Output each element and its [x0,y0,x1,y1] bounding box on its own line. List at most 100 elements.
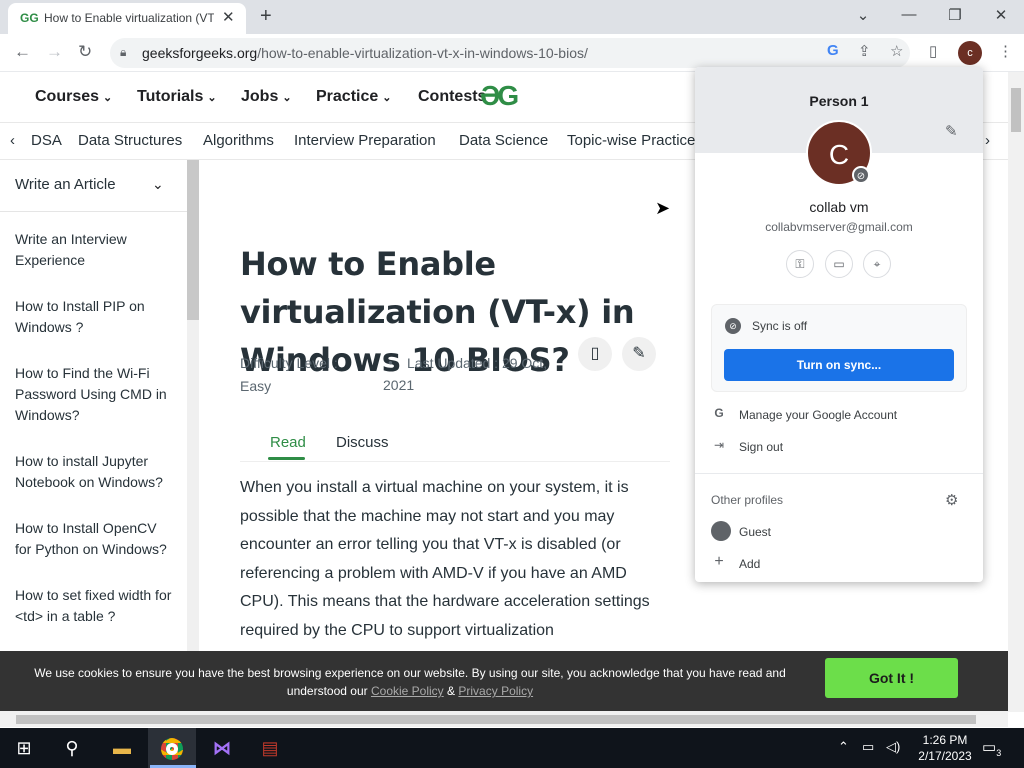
profile-avatar-button[interactable]: c [958,41,982,65]
subnav-left-arrow-icon[interactable]: ‹ [10,132,15,149]
address-bar[interactable]: 🔒︎ geeksforgeeks.org/how-to-enable-virtu… [110,38,910,68]
nav-contests[interactable]: Contests [418,88,486,106]
privacy-policy-link[interactable]: Privacy Policy [458,684,533,698]
menu-kebab-icon[interactable]: ⋮ [998,42,1013,60]
tab-close-icon[interactable]: ✕ [222,8,235,26]
chrome-logo [161,738,183,761]
got-it-button[interactable]: Got It ! [825,658,958,698]
address-pin-icon[interactable]: ⌖ [863,250,891,278]
volume-icon[interactable]: ◁) [886,739,900,755]
tabs-divider [240,461,670,462]
google-translate-icon[interactable]: G [827,42,839,59]
nav-practice-label: Practice [316,88,379,105]
horizontal-scroll-thumb[interactable] [16,715,976,724]
sidebar-link[interactable]: How to Install PIP on Windows ? [15,296,175,338]
windows-start-icon[interactable]: ⊞ [0,728,48,768]
subnav-data-structures[interactable]: Data Structures [78,132,182,149]
profile-separator [695,473,983,474]
add-profile-item[interactable]: + Add [711,553,971,577]
sidebar-scroll-thumb[interactable] [187,160,199,320]
subnav-data-science[interactable]: Data Science [459,132,548,149]
tab-search-icon[interactable]: ⌄ [853,6,873,24]
close-window-button[interactable]: ✕ [991,6,1011,24]
subnav-dsa[interactable]: DSA [31,132,62,149]
search-icon[interactable]: ⚲ [48,728,96,768]
chevron-down-icon[interactable]: ⌄ [152,176,164,193]
nav-jobs[interactable]: Jobs ⌄ [241,88,292,106]
chrome-icon[interactable] [148,728,196,768]
bookmark-star-icon[interactable]: ☆ [890,42,903,60]
subnav-algorithms[interactable]: Algorithms [203,132,274,149]
bookmark-icon[interactable]: ▯ [578,337,612,371]
sidebar-scrollbar[interactable] [187,160,199,712]
chevron-down-icon: ⌄ [103,92,113,104]
tray-chevron-up-icon[interactable]: ⌃ [838,739,849,755]
restore-button[interactable]: ❐ [945,6,965,24]
url-domain: geeksforgeeks.org [142,45,258,61]
side-panel-icon[interactable]: ▯ [929,42,937,60]
sync-off-badge-icon: ⊘ [852,166,870,184]
visual-studio-icon[interactable]: ⋈ [198,728,246,768]
reload-icon[interactable]: ↻ [78,42,92,62]
sidebar-link[interactable]: How to set fixed width for <td> in a tab… [15,585,175,627]
new-tab-button[interactable]: + [260,5,272,28]
sidebar-link[interactable]: How to Find the Wi-Fi Password Using CMD… [15,363,175,426]
notifications-icon[interactable]: ▭3 [982,738,1001,758]
network-icon[interactable]: ▭ [862,739,874,755]
manage-account-label: Manage your Google Account [739,408,898,422]
edit-pencil-icon[interactable]: ✎ [945,122,958,140]
plus-icon: + [714,553,724,570]
gfg-logo[interactable]: ƏG [480,80,519,112]
sidebar-link[interactable]: Write an Interview Experience [15,229,175,271]
edit-pencil-icon[interactable]: ✎ [622,337,656,371]
cookie-policy-link[interactable]: Cookie Policy [371,684,444,698]
other-profiles-label: Other profiles [711,493,784,507]
sidebar-heading[interactable]: Write an Article [15,176,116,193]
payment-card-icon[interactable]: ▭ [825,250,853,278]
profile-user-name: collab vm [809,199,869,215]
forward-icon[interactable]: → [46,42,63,62]
back-icon[interactable]: ← [14,42,31,62]
tab-read[interactable]: Read [270,434,306,451]
lock-icon[interactable]: 🔒︎ [120,45,126,60]
turn-on-sync-button[interactable]: Turn on sync... [724,349,954,381]
guest-profile-item[interactable]: Guest [711,521,971,545]
browser-tab[interactable]: GG How to Enable virtualization (VT- ✕ [8,3,246,34]
winrar-icon[interactable]: ▤ [246,728,294,768]
minimize-button[interactable]: — [899,6,919,23]
subnav-topic-wise-practice[interactable]: Topic-wise Practice [567,132,695,149]
nav-courses[interactable]: Courses ⌄ [35,88,112,106]
gear-icon[interactable]: ⚙ [945,491,958,509]
article-body: When you install a virtual machine on yo… [240,479,650,639]
difficulty-value[interactable]: Easy [240,375,271,397]
tab-discuss[interactable]: Discuss [336,434,389,451]
password-key-icon[interactable]: ⚿ [786,250,814,278]
profile-menu: Person 1 ✎ C ⊘ collab vm collabvmserver@… [695,67,983,582]
subnav-right-arrow-icon[interactable]: › [985,132,990,149]
url-text[interactable]: geeksforgeeks.org/how-to-enable-virtuali… [142,45,588,61]
sidebar-link[interactable]: How to install Jupyter Notebook on Windo… [15,451,175,493]
sidebar-link[interactable]: How to Install OpenCV for Python on Wind… [15,518,175,560]
horizontal-scrollbar[interactable] [0,711,1008,727]
share-icon[interactable]: ⇪ [858,42,871,60]
chevron-down-icon: ⌄ [207,92,217,104]
clock-time: 1:26 PM [922,733,968,747]
nav-tutorials[interactable]: Tutorials ⌄ [137,88,217,106]
sidebar: Write an Article ⌄ Write an Interview Ex… [0,160,187,712]
page-scroll-thumb[interactable] [1011,88,1021,132]
subnav-interview-preparation[interactable]: Interview Preparation [294,132,436,149]
nav-practice[interactable]: Practice ⌄ [316,88,391,106]
url-path: /how-to-enable-virtualization-vt-x-in-wi… [257,45,588,61]
sign-out-item[interactable]: ⇥ Sign out [711,436,971,460]
sign-out-label: Sign out [739,440,784,454]
tab-strip: GG How to Enable virtualization (VT- ✕ +… [0,0,1024,34]
chevron-down-icon: ⌄ [282,92,292,104]
chevron-down-icon: ⌄ [382,92,392,104]
file-explorer-icon[interactable]: ▬ [98,728,146,768]
taskbar-clock[interactable]: 1:26 PM 2/17/2023 [915,732,975,764]
windows-taskbar: ⊞ ⚲ ▬ ⋈ ▤ ⌃ ▭ ◁) 1:26 PM 2/17/2023 ▭3 [0,728,1024,768]
active-tab-indicator [268,457,305,460]
tab-title: How to Enable virtualization (VT- [44,11,214,25]
manage-account-item[interactable]: G Manage your Google Account [711,404,971,428]
page-scrollbar[interactable] [1008,72,1024,712]
